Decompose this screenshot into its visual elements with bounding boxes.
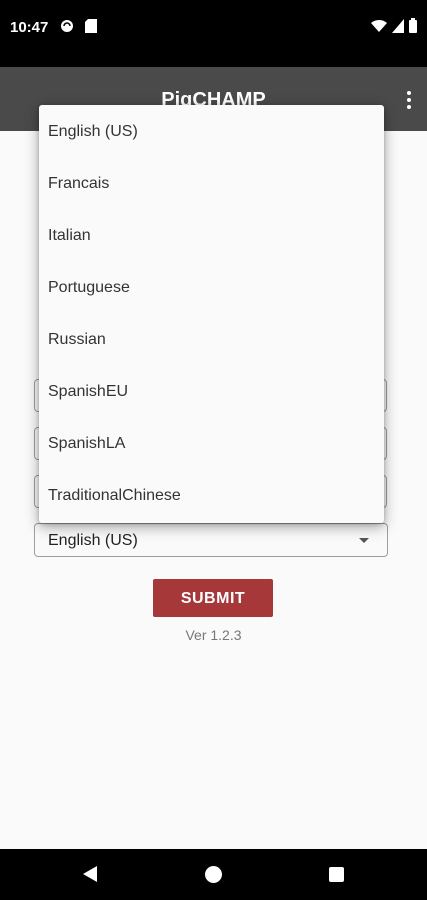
back-icon[interactable] (83, 866, 97, 887)
status-time: 10:47 (10, 19, 49, 36)
dropdown-item-francais[interactable]: Francais (39, 158, 384, 210)
wifi-icon (371, 19, 387, 38)
chevron-down-icon (359, 538, 369, 543)
dropdown-item-portuguese[interactable]: Portuguese (39, 262, 384, 314)
submit-button[interactable]: SUBMIT (153, 579, 273, 617)
signal-icon (392, 18, 404, 38)
dropdown-item-italian[interactable]: Italian (39, 210, 384, 262)
navigation-bar (0, 849, 427, 900)
phone-screen: 10:47 PigCHAMP English (US) SUBMIT Ver 1… (0, 0, 427, 900)
language-select-value: English (US) (48, 532, 138, 549)
dropdown-item-russian[interactable]: Russian (39, 314, 384, 366)
home-icon[interactable] (205, 866, 222, 883)
dropdown-item-english-us[interactable]: English (US) (39, 106, 384, 158)
status-icons (371, 18, 417, 38)
dropdown-item-traditional-chinese[interactable]: TraditionalChinese (39, 470, 384, 522)
dropdown-item-spanish-eu[interactable]: SpanishEU (39, 366, 384, 418)
language-select[interactable]: English (US) (34, 523, 388, 557)
cast-icon (60, 19, 74, 38)
recents-icon[interactable] (329, 867, 344, 882)
battery-icon (409, 18, 417, 38)
sd-card-icon (85, 19, 97, 38)
version-text: Ver 1.2.3 (185, 627, 242, 643)
more-vert-icon[interactable] (405, 91, 413, 111)
language-dropdown-menu: English (US) Francais Italian Portuguese… (39, 105, 384, 523)
status-bar: 10:47 (0, 0, 427, 56)
dropdown-item-spanish-la[interactable]: SpanishLA (39, 418, 384, 470)
